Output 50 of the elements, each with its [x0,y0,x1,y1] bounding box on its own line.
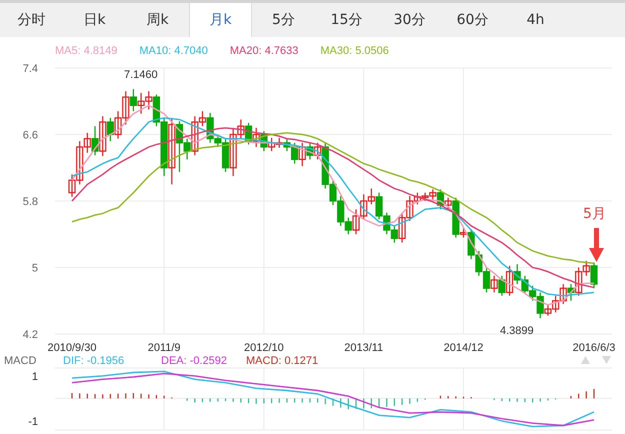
candlestick [130,88,138,112]
period-tab[interactable]: 周k [126,3,189,37]
x-axis-label: 2010/9/30 [48,342,96,354]
macd-value-label: DEA: -0.2592 [161,355,228,367]
y-axis-label: 5.8 [22,196,38,208]
candlestick [506,265,514,296]
y-axis-label: 6.6 [22,130,38,142]
period-tab[interactable]: 30分 [378,3,441,37]
down-triangle-icon[interactable] [602,356,611,364]
macd-value-label: MACD: 0.1271 [246,355,318,367]
period-tab[interactable]: 15分 [315,3,378,37]
moving-average-label: MA10: 4.7040 [139,44,208,56]
period-tab[interactable]: 60分 [441,3,504,37]
candlestick [490,275,498,294]
y-axis-label: 1 [32,370,38,383]
macd-value-label: DIF: -0.1956 [63,355,124,367]
candlestick [106,117,114,142]
candlestick [444,197,452,210]
period-tab[interactable]: 5分 [252,3,315,37]
marker-label: 5月 [583,206,606,222]
moving-average-label: MA30: 5.0506 [320,44,389,56]
candlestick [168,117,176,185]
moving-average-label: MA5: 4.8149 [55,44,118,56]
indicator-title: MACD [4,355,36,367]
x-axis-label: 2012/10 [244,342,284,354]
x-axis-label: 2016/6/3 [572,342,616,354]
candlestick [352,208,360,235]
period-tab[interactable]: 日k [63,3,126,37]
y-axis-label: -1 [28,416,38,428]
moving-average-label: MA20: 4.7633 [230,44,298,56]
high-price-label: 7.1460 [124,69,158,81]
y-axis-label: 5 [32,262,38,274]
x-axis-label: 2014/12 [444,342,484,354]
x-axis-label: 2013/11 [344,342,384,354]
candlestick [252,127,260,148]
up-triangle-icon[interactable] [581,356,590,364]
candlestick [314,142,322,160]
period-tab[interactable]: 月k [189,3,252,37]
period-tab[interactable]: 分时 [0,3,63,37]
low-price-label: 4.3899 [500,325,534,337]
period-tab[interactable]: 4h [504,3,567,37]
candlestick [498,275,506,296]
down-arrow-icon [589,228,604,262]
y-axis-label: 4.2 [22,329,38,341]
x-axis-label: 2011/9 [148,342,181,354]
candlestick [590,262,598,289]
candlestick [460,227,468,238]
candlestick [99,116,106,157]
y-axis-label: 7.4 [22,64,38,75]
candlestick [298,142,306,167]
